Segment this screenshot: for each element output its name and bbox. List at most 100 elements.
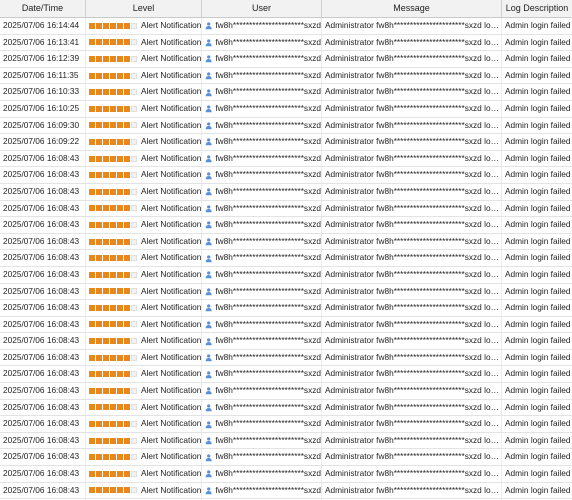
datetime-cell: 2025/07/06 16:09:30	[0, 117, 86, 134]
table-row[interactable]: 2025/07/06 16:14:44 Alert Notification fw8…	[0, 18, 572, 35]
level-cell: Alert Notification	[86, 18, 202, 34]
message-cell: Administrator fw8h**********************…	[322, 134, 502, 150]
column-header-level[interactable]: Level	[86, 0, 202, 17]
table-row[interactable]: 2025/07/06 16:10:25 Alert Notification fw8…	[0, 100, 572, 118]
table-row[interactable]: 2025/07/06 16:08:43 Alert Notification fw8…	[0, 250, 572, 267]
level-bar	[131, 221, 137, 228]
table-row[interactable]: 2025/07/06 16:08:43 Alert Notification fw8…	[0, 449, 572, 467]
user-cell: fw8h**********************sxzd	[202, 250, 322, 266]
datetime-cell: 2025/07/06 16:08:43	[0, 466, 86, 482]
log-description-cell: Admin login failed	[505, 152, 571, 163]
level-bar	[103, 172, 109, 179]
table-row[interactable]: 2025/07/06 16:08:43 Alert Notification fw8…	[0, 167, 572, 184]
table-row[interactable]: 2025/07/06 16:09:30 Alert Notification fw8…	[0, 117, 572, 135]
level-bar	[96, 421, 102, 428]
table-row[interactable]: 2025/07/06 16:08:43 Alert Notification fw8…	[0, 482, 572, 500]
level-bar	[89, 22, 95, 29]
table-row[interactable]: 2025/07/06 16:08:43 Alert Notification fw8…	[0, 349, 572, 367]
level-bar	[96, 470, 102, 477]
user-cell: fw8h**********************sxzd	[202, 316, 322, 333]
level-bar	[110, 205, 116, 212]
table-row[interactable]: 2025/07/06 16:08:43 Alert Notification fw8…	[0, 316, 572, 334]
table-row[interactable]: 2025/07/06 16:08:43 Alert Notification fw8…	[0, 183, 572, 201]
datetime-cell: 2025/07/06 16:10:33	[0, 84, 86, 100]
column-header-message[interactable]: Message	[322, 0, 502, 17]
table-row[interactable]: 2025/07/06 16:08:43 Alert Notification fw8…	[0, 283, 572, 301]
table-row[interactable]: 2025/07/06 16:08:43 Alert Notification fw8…	[0, 366, 572, 384]
level-bar	[117, 188, 123, 195]
user-name: fw8h**********************sxzd	[215, 418, 321, 429]
user-name: fw8h**********************sxzd	[215, 484, 321, 495]
table-row[interactable]: 2025/07/06 16:08:43 Alert Notification fw8…	[0, 233, 572, 251]
level-bar	[124, 89, 130, 96]
level-bar	[89, 138, 95, 145]
table-row[interactable]: 2025/07/06 16:08:43 Alert Notification fw8…	[0, 333, 572, 350]
level-cell: Alert Notification	[86, 449, 202, 466]
level-bar	[103, 487, 109, 494]
table-row[interactable]: 2025/07/06 16:08:43 Alert Notification fw8…	[0, 432, 572, 450]
level-bar	[117, 487, 123, 494]
user-icon	[205, 39, 212, 47]
table-row[interactable]: 2025/07/06 16:08:43 Alert Notification fw8…	[0, 150, 572, 168]
level-bar	[131, 55, 137, 62]
level-indicator	[89, 122, 137, 129]
level-bar	[103, 122, 109, 129]
table-row[interactable]: 2025/07/06 16:08:43 Alert Notification fw8…	[0, 383, 572, 400]
user-cell: fw8h**********************sxzd	[202, 349, 322, 366]
user-icon	[205, 105, 212, 113]
user-cell: fw8h**********************sxzd	[202, 200, 322, 217]
level-bar	[89, 188, 95, 195]
message-cell: Administrator fw8h**********************…	[322, 183, 502, 200]
level-bar	[89, 271, 95, 278]
user-name: fw8h**********************sxzd	[215, 285, 321, 296]
table-row[interactable]: 2025/07/06 16:13:41 Alert Notification fw8…	[0, 34, 572, 52]
level-bar	[124, 105, 130, 112]
table-row[interactable]: 2025/07/06 16:11:35 Alert Notification fw8…	[0, 67, 572, 85]
table-row[interactable]: 2025/07/06 16:08:43 Alert Notification fw8…	[0, 300, 572, 317]
level-bar	[110, 371, 116, 378]
user-icon	[205, 288, 212, 295]
level-bar	[89, 39, 95, 46]
column-header-log-description[interactable]: Log Description	[502, 0, 572, 17]
level-cell: Alert Notification	[86, 51, 202, 67]
level-label: Alert Notification	[141, 69, 202, 80]
datetime-cell: 2025/07/06 16:08:43	[0, 316, 86, 333]
level-bar	[96, 39, 102, 46]
table-row[interactable]: 2025/07/06 16:08:43 Alert Notification fw8…	[0, 466, 572, 483]
message-cell: Administrator fw8h**********************…	[322, 167, 502, 183]
datetime-cell: 2025/07/06 16:08:43	[0, 383, 86, 399]
user-name: fw8h**********************sxzd	[215, 401, 321, 412]
log-description-cell: Admin login failed	[505, 169, 571, 180]
column-header-user[interactable]: User	[202, 0, 322, 17]
user-cell: fw8h**********************sxzd	[202, 150, 322, 167]
table-row[interactable]: 2025/07/06 16:10:33 Alert Notification fw8…	[0, 84, 572, 101]
column-header-datetime[interactable]: Date/Time	[0, 0, 86, 17]
level-bar	[110, 454, 116, 461]
user-name: fw8h**********************sxzd	[215, 202, 321, 213]
level-bar	[103, 454, 109, 461]
level-bar	[131, 454, 137, 461]
table-row[interactable]: 2025/07/06 16:12:39 Alert Notification fw8…	[0, 51, 572, 68]
level-bar	[124, 122, 130, 129]
table-row[interactable]: 2025/07/06 16:08:43 Alert Notification fw8…	[0, 266, 572, 284]
level-bar	[110, 89, 116, 96]
user-name: fw8h**********************sxzd	[215, 268, 321, 279]
level-cell: Alert Notification	[86, 134, 202, 150]
level-indicator	[89, 487, 137, 494]
level-bar	[96, 172, 102, 179]
table-row[interactable]: 2025/07/06 16:08:43 Alert Notification fw8…	[0, 399, 572, 417]
message-cell: Administrator fw8h**********************…	[322, 217, 502, 233]
table-row[interactable]: 2025/07/06 16:08:43 Alert Notification fw8…	[0, 200, 572, 218]
table-row[interactable]: 2025/07/06 16:08:43 Alert Notification fw8…	[0, 416, 572, 433]
table-row[interactable]: 2025/07/06 16:08:43 Alert Notification fw8…	[0, 217, 572, 234]
level-bar	[117, 321, 123, 328]
level-indicator	[89, 155, 137, 162]
level-bar	[117, 371, 123, 378]
message-cell: Administrator fw8h**********************…	[322, 316, 502, 333]
table-row[interactable]: 2025/07/06 16:09:22 Alert Notification fw8…	[0, 134, 572, 151]
level-indicator	[89, 288, 137, 295]
level-label: Alert Notification	[141, 219, 202, 230]
level-label: Alert Notification	[141, 302, 202, 313]
log-description-cell: Admin login failed	[505, 268, 571, 279]
level-bar	[131, 155, 137, 162]
